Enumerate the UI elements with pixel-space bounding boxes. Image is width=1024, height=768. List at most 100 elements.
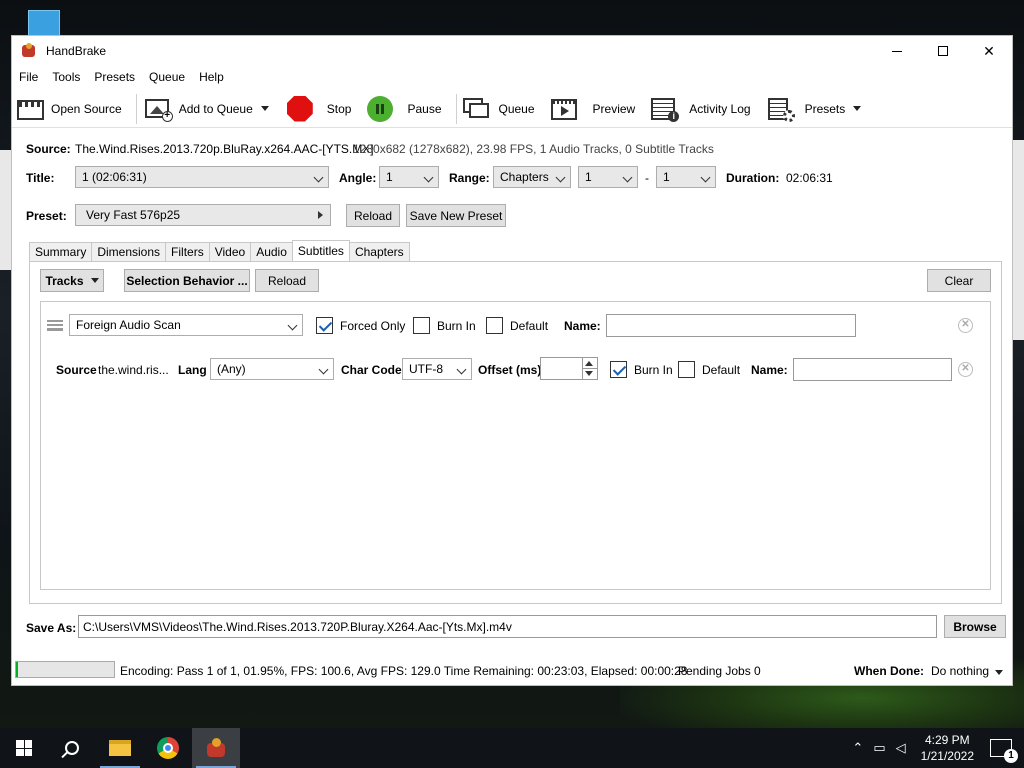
srt-name-input[interactable] bbox=[793, 358, 952, 381]
handbrake-app-icon bbox=[20, 43, 38, 59]
chevron-down-icon[interactable] bbox=[853, 106, 862, 111]
range-separator: - bbox=[645, 171, 649, 185]
add-image-icon: + bbox=[143, 96, 173, 122]
range-start-value: 1 bbox=[585, 170, 592, 184]
default-label: Default bbox=[510, 319, 549, 333]
preview-button[interactable]: Preview bbox=[546, 91, 647, 127]
track-name-input[interactable] bbox=[606, 314, 856, 337]
srt-source-value: the.wind.ris... bbox=[98, 363, 169, 377]
drag-handle-icon[interactable] bbox=[47, 320, 63, 331]
menu-queue[interactable]: Queue bbox=[142, 70, 192, 84]
when-done-select[interactable]: Do nothing bbox=[931, 664, 1004, 678]
window-title: HandBrake bbox=[46, 44, 107, 58]
volume-muted-icon[interactable]: ◁ bbox=[896, 740, 906, 756]
notification-center-icon[interactable]: 1 bbox=[990, 739, 1018, 763]
preset-reload-button[interactable]: Reload bbox=[346, 204, 400, 227]
desktop-folder-icon[interactable] bbox=[28, 10, 60, 38]
tab-subtitles[interactable]: Subtitles bbox=[291, 240, 350, 261]
offset-label: Offset (ms) bbox=[478, 363, 542, 377]
default-checkbox[interactable] bbox=[486, 317, 503, 334]
menu-help[interactable]: Help bbox=[192, 70, 231, 84]
srt-burn-in-checkbox[interactable] bbox=[610, 361, 627, 378]
remove-srt-icon[interactable]: ✕ bbox=[958, 362, 973, 377]
tab-dimensions[interactable]: Dimensions bbox=[91, 242, 167, 261]
menu-presets[interactable]: Presets bbox=[87, 70, 142, 84]
angle-select[interactable]: 1 bbox=[379, 166, 439, 188]
title-label: Title: bbox=[26, 171, 55, 185]
folder-icon bbox=[109, 740, 131, 756]
offset-spinner[interactable] bbox=[582, 357, 598, 380]
tab-filters[interactable]: Filters bbox=[165, 242, 210, 261]
clapperboard-icon bbox=[15, 96, 45, 122]
tab-summary[interactable]: Summary bbox=[29, 242, 93, 261]
range-end-select[interactable]: 1 bbox=[656, 166, 716, 188]
chevron-up-icon[interactable]: ⌃ bbox=[852, 740, 863, 756]
title-bar[interactable]: HandBrake ✕ bbox=[12, 36, 1012, 66]
stop-label: Stop bbox=[326, 101, 352, 116]
chrome-button[interactable] bbox=[144, 728, 192, 768]
source-name: The.Wind.Rises.2013.720p.BluRay.x264.AAC… bbox=[75, 142, 374, 156]
open-source-button[interactable]: Open Source bbox=[12, 91, 133, 127]
title-select[interactable]: 1 (02:06:31) bbox=[75, 166, 329, 188]
tab-chapters[interactable]: Chapters bbox=[348, 242, 410, 261]
duration-label: Duration: bbox=[726, 171, 780, 185]
srt-burn-in-label: Burn In bbox=[634, 363, 673, 377]
range-type-select[interactable]: Chapters bbox=[493, 166, 571, 188]
srt-name-label: Name: bbox=[751, 363, 788, 377]
minimize-button[interactable] bbox=[874, 36, 920, 66]
background-window-edge-left bbox=[0, 150, 11, 270]
save-as-path-input[interactable]: C:\Users\VMS\Videos\The.Wind.Rises.2013.… bbox=[78, 615, 937, 638]
presets-gear-icon bbox=[765, 96, 795, 122]
queue-button[interactable]: Queue bbox=[460, 91, 546, 127]
queue-icon bbox=[462, 96, 493, 122]
spin-up-icon[interactable] bbox=[585, 361, 593, 366]
subtitles-reload-button[interactable]: Reload bbox=[255, 269, 319, 292]
menu-file[interactable]: File bbox=[12, 70, 45, 84]
pause-button[interactable]: Pause bbox=[362, 91, 452, 127]
activity-log-button[interactable]: i Activity Log bbox=[646, 91, 761, 127]
maximize-button[interactable] bbox=[920, 36, 966, 66]
srt-default-checkbox[interactable] bbox=[678, 361, 695, 378]
chevron-down-icon[interactable] bbox=[260, 106, 269, 111]
stop-button[interactable]: Stop bbox=[282, 91, 363, 127]
preset-select[interactable]: Very Fast 576p25 bbox=[75, 204, 331, 226]
remove-track-icon[interactable]: ✕ bbox=[958, 318, 973, 333]
char-code-label: Char Code bbox=[341, 363, 402, 377]
presets-button[interactable]: Presets bbox=[762, 91, 865, 127]
char-code-select[interactable]: UTF-8 bbox=[402, 358, 472, 380]
lang-select[interactable]: (Any) bbox=[210, 358, 334, 380]
search-button[interactable] bbox=[48, 728, 96, 768]
network-icon[interactable]: ▭ bbox=[873, 740, 885, 756]
clear-button[interactable]: Clear bbox=[927, 269, 991, 292]
tracks-button[interactable]: Tracks bbox=[40, 269, 104, 292]
chevron-down-icon bbox=[423, 172, 434, 183]
chevron-down-icon bbox=[555, 172, 566, 183]
tab-video[interactable]: Video bbox=[208, 242, 252, 261]
chevron-down-icon bbox=[90, 278, 99, 283]
when-done-value: Do nothing bbox=[931, 664, 990, 678]
handbrake-taskbar-button[interactable] bbox=[192, 728, 240, 768]
pending-jobs: Pending Jobs 0 bbox=[678, 664, 761, 678]
burn-in-checkbox[interactable] bbox=[413, 317, 430, 334]
menu-tools[interactable]: Tools bbox=[45, 70, 87, 84]
start-button[interactable] bbox=[0, 728, 48, 768]
spin-down-icon[interactable] bbox=[585, 371, 593, 376]
offset-input[interactable] bbox=[540, 357, 583, 380]
close-button[interactable]: ✕ bbox=[966, 36, 1012, 66]
tab-bar: Summary Dimensions Filters Video Audio S… bbox=[29, 240, 410, 261]
range-start-select[interactable]: 1 bbox=[578, 166, 638, 188]
file-explorer-button[interactable] bbox=[96, 728, 144, 768]
char-code-value: UTF-8 bbox=[409, 362, 443, 376]
add-to-queue-label: Add to Queue bbox=[178, 101, 253, 116]
clock-time: 4:29 PM bbox=[924, 733, 970, 747]
add-to-queue-button[interactable]: + Add to Queue bbox=[140, 91, 282, 127]
browse-button[interactable]: Browse bbox=[944, 615, 1006, 638]
toolbar: Open Source + Add to Queue Stop Pause Qu… bbox=[12, 90, 1012, 128]
clock[interactable]: 4:29 PM 1/21/2022 bbox=[921, 732, 974, 764]
forced-only-checkbox[interactable] bbox=[316, 317, 333, 334]
subtitle-track-select[interactable]: Foreign Audio Scan bbox=[69, 314, 303, 336]
tab-audio[interactable]: Audio bbox=[250, 242, 293, 261]
save-new-preset-button[interactable]: Save New Preset bbox=[406, 204, 506, 227]
selection-behavior-button[interactable]: Selection Behavior ... bbox=[124, 269, 250, 292]
notification-count: 1 bbox=[1004, 749, 1018, 763]
